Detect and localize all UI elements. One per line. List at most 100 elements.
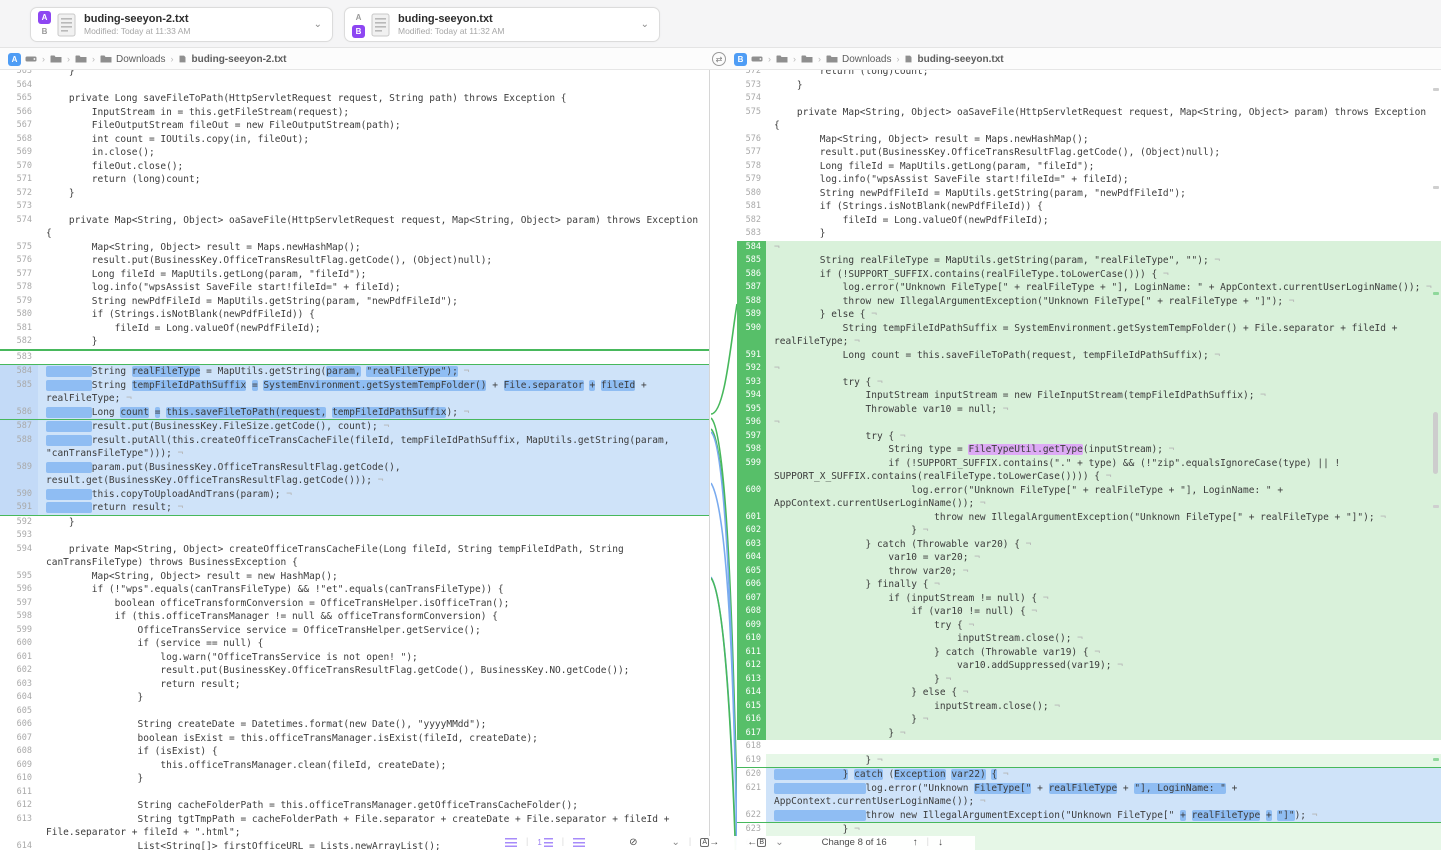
next-change-icon[interactable]: ↓: [938, 836, 943, 848]
breadcrumb-downloads[interactable]: Downloads: [116, 54, 165, 65]
file-card-a[interactable]: A B buding-seeyon-2.txt Modified: Today …: [30, 7, 333, 42]
code-row[interactable]: 568 int count = IOUtils.copy(in, fileOut…: [0, 133, 709, 147]
swap-sides-icon[interactable]: ⇄: [712, 52, 726, 66]
code-row[interactable]: 609 try { ¬: [737, 619, 1441, 633]
code-row[interactable]: 583: [0, 350, 709, 365]
code-row[interactable]: 573: [0, 200, 709, 214]
line-numbers-icon[interactable]: 1: [537, 836, 552, 848]
code-row[interactable]: 591 Long count = this.saveFileToPath(req…: [737, 349, 1441, 363]
code-row[interactable]: 619 } ¬: [737, 754, 1441, 768]
code-row[interactable]: 588 result.putAll(this.createOfficeTrans…: [0, 434, 709, 461]
code-row[interactable]: 576 result.put(BusinessKey.OfficeTransRe…: [0, 254, 709, 268]
code-row[interactable]: 605 throw var20; ¬: [737, 565, 1441, 579]
code-row[interactable]: 616 } ¬: [737, 713, 1441, 727]
edge-change-tick[interactable]: [1433, 88, 1439, 91]
code-row[interactable]: 585 String realFileType = MapUtils.getSt…: [737, 254, 1441, 268]
code-row[interactable]: 617 } ¬: [737, 727, 1441, 741]
code-row[interactable]: 575 Map<String, Object> result = Maps.ne…: [0, 241, 709, 255]
code-row[interactable]: 577 Long fileId = MapUtils.getLong(param…: [0, 268, 709, 282]
code-row[interactable]: 622 throw new IllegalArgumentException("…: [737, 809, 1441, 824]
code-row[interactable]: 572 }: [0, 187, 709, 201]
code-row[interactable]: 592¬: [737, 362, 1441, 376]
code-row[interactable]: 593: [0, 529, 709, 543]
folder-icon[interactable]: [776, 54, 788, 64]
edge-change-tick[interactable]: [1433, 292, 1439, 295]
chevron-down-icon[interactable]: ⌄: [641, 19, 649, 30]
code-row[interactable]: 609 this.officeTransManager.clean(fileId…: [0, 759, 709, 773]
code-row[interactable]: 612 var10.addSuppressed(var19); ¬: [737, 659, 1441, 673]
code-row[interactable]: 581 fileId = Long.valueOf(newPdfFileId);: [0, 322, 709, 336]
code-row[interactable]: 596¬: [737, 416, 1441, 430]
file-card-b[interactable]: A B buding-seeyon.txt Modified: Today at…: [344, 7, 660, 42]
code-row[interactable]: 588 throw new IllegalArgumentException("…: [737, 295, 1441, 309]
code-row[interactable]: 583 }: [737, 227, 1441, 241]
code-row[interactable]: 566 InputStream in = this.getFileStream(…: [0, 106, 709, 120]
code-row[interactable]: 620 } catch (Exception var22) { ¬: [737, 767, 1441, 782]
code-row[interactable]: 590 this.copyToUploadAndTrans(param); ¬: [0, 488, 709, 502]
code-row[interactable]: 567 FileOutputStream fileOut = new FileO…: [0, 119, 709, 133]
code-row[interactable]: 582 }: [0, 335, 709, 350]
code-row[interactable]: 599 if (!SUPPORT_SUFFIX.contains("." + t…: [737, 457, 1441, 484]
code-row[interactable]: 604 var10 = var20; ¬: [737, 551, 1441, 565]
code-row[interactable]: 589 } else { ¬: [737, 308, 1441, 322]
code-row[interactable]: 595 Map<String, Object> result = new Has…: [0, 570, 709, 584]
code-row[interactable]: 563 }: [0, 70, 709, 79]
code-row[interactable]: 578 Long fileId = MapUtils.getLong(param…: [737, 160, 1441, 174]
code-row[interactable]: 610 inputStream.close(); ¬: [737, 632, 1441, 646]
code-row[interactable]: 584 String realFileType = MapUtils.getSt…: [0, 364, 709, 379]
code-row[interactable]: 582 fileId = Long.valueOf(newPdfFileId);: [737, 214, 1441, 228]
code-row[interactable]: 591 return result; ¬: [0, 501, 709, 516]
code-row[interactable]: 593 try { ¬: [737, 376, 1441, 390]
code-row[interactable]: 584¬: [737, 241, 1441, 255]
scrollbar-thumb[interactable]: [1433, 412, 1438, 474]
code-row[interactable]: 597 boolean officeTransformConversion = …: [0, 597, 709, 611]
code-row[interactable]: 600 if (service == null) {: [0, 637, 709, 651]
code-row[interactable]: 598 String type = FileTypeUtil.getType(i…: [737, 443, 1441, 457]
breadcrumb-file-a[interactable]: buding-seeyon-2.txt: [191, 54, 286, 65]
code-row[interactable]: 570 fileOut.close();: [0, 160, 709, 174]
exclude-changes-icon[interactable]: ⊘: [629, 836, 637, 848]
code-row[interactable]: 587 log.error("Unknown FileType[" + real…: [737, 281, 1441, 295]
code-row[interactable]: 606 String createDate = Datetimes.format…: [0, 718, 709, 732]
edge-change-tick[interactable]: [1433, 505, 1439, 508]
code-row[interactable]: 576 Map<String, Object> result = Maps.ne…: [737, 133, 1441, 147]
code-row[interactable]: 594 private Map<String, Object> createOf…: [0, 543, 709, 570]
code-row[interactable]: 607 if (inputStream != null) { ¬: [737, 592, 1441, 606]
folder-icon[interactable]: [50, 54, 62, 64]
code-row[interactable]: 596 if (!"wps".equals(canTransFileType) …: [0, 583, 709, 597]
code-row[interactable]: 574: [737, 92, 1441, 106]
code-row[interactable]: 602 } ¬: [737, 524, 1441, 538]
code-row[interactable]: 581 if (Strings.isNotBlank(newPdfFileId)…: [737, 200, 1441, 214]
chevron-down-icon[interactable]: ⌄: [672, 836, 680, 848]
code-row[interactable]: 606 } finally { ¬: [737, 578, 1441, 592]
code-row[interactable]: 589 param.put(BusinessKey.OfficeTransRes…: [0, 461, 709, 488]
edge-change-tick[interactable]: [1433, 186, 1439, 189]
folder-icon[interactable]: [100, 54, 112, 64]
breadcrumb-file-b[interactable]: buding-seeyon.txt: [917, 54, 1003, 65]
pane-a-code[interactable]: 563 }564565 private Long saveFileToPath(…: [0, 70, 710, 850]
code-row[interactable]: 598 if (this.officeTransManager != null …: [0, 610, 709, 624]
wrap-lines-icon[interactable]: [505, 836, 517, 848]
code-row[interactable]: 604 }: [0, 691, 709, 705]
block-view-icon[interactable]: [573, 836, 585, 848]
code-row[interactable]: 614 } else { ¬: [737, 686, 1441, 700]
hard-drive-icon[interactable]: [25, 54, 37, 64]
code-row[interactable]: 572 return (long)count;: [737, 70, 1441, 79]
code-row[interactable]: 607 boolean isExist = this.officeTransMa…: [0, 732, 709, 746]
code-row[interactable]: 575 private Map<String, Object> oaSaveFi…: [737, 106, 1441, 133]
code-row[interactable]: 601 throw new IllegalArgumentException("…: [737, 511, 1441, 525]
code-row[interactable]: 611: [0, 786, 709, 800]
code-row[interactable]: 597 try { ¬: [737, 430, 1441, 444]
code-row[interactable]: 602 result.put(BusinessKey.OfficeTransRe…: [0, 664, 709, 678]
code-row[interactable]: 574 private Map<String, Object> oaSaveFi…: [0, 214, 709, 241]
code-row[interactable]: 586 Long count = this.saveFileToPath(req…: [0, 406, 709, 421]
copy-left-to-b-icon[interactable]: ←B: [747, 836, 766, 848]
code-row[interactable]: 603 return result;: [0, 678, 709, 692]
code-row[interactable]: 565 private Long saveFileToPath(HttpServ…: [0, 92, 709, 106]
code-row[interactable]: 586 if (!SUPPORT_SUFFIX.contains(realFil…: [737, 268, 1441, 282]
code-row[interactable]: 578 log.info("wpsAssist SaveFile start!f…: [0, 281, 709, 295]
chevron-down-icon[interactable]: ⌄: [775, 836, 783, 848]
chevron-down-icon[interactable]: ⌄: [314, 19, 322, 30]
code-row[interactable]: 608 if (var10 != null) { ¬: [737, 605, 1441, 619]
code-row[interactable]: 564: [0, 79, 709, 93]
